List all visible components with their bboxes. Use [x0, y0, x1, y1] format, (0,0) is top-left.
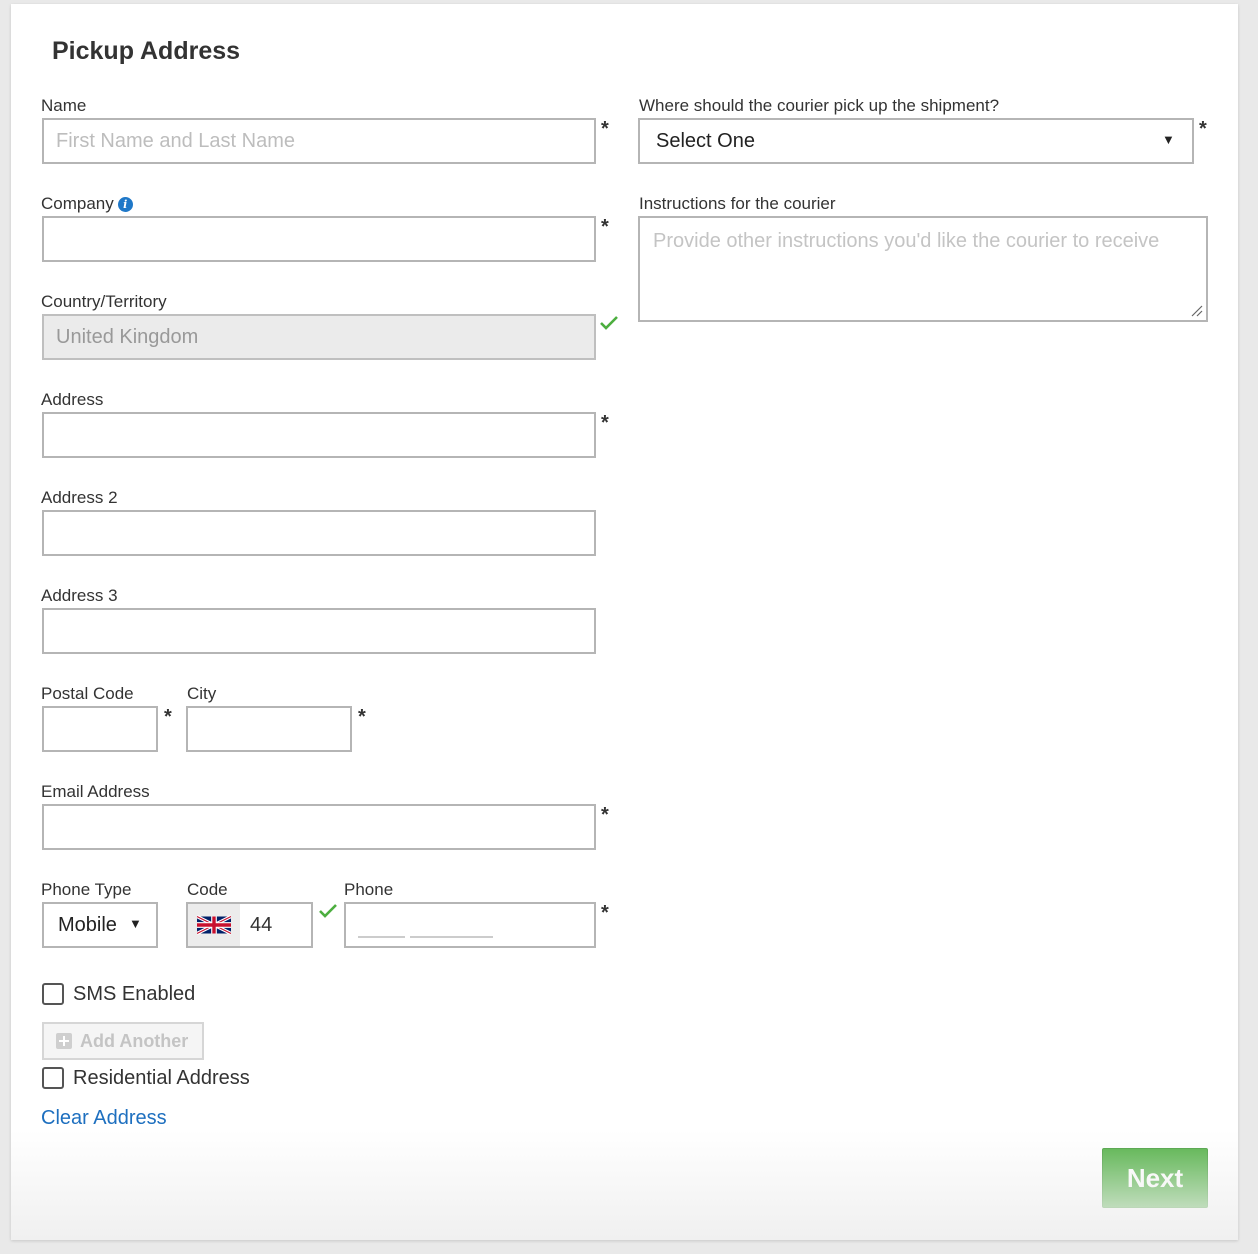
address-label: Address [41, 390, 104, 409]
pickup-location-select[interactable]: Select One [638, 118, 1194, 164]
phone-input[interactable] [344, 902, 596, 948]
address2-input[interactable] [42, 510, 596, 556]
uk-flag-icon [197, 914, 231, 936]
email-required-mark: * [601, 804, 609, 826]
flag-container [188, 904, 240, 946]
name-required-mark: * [601, 118, 609, 140]
phone-mask-number [410, 936, 493, 938]
residential-address-label: Residential Address [73, 1067, 250, 1089]
country-input [42, 314, 596, 360]
residential-address-checkbox[interactable] [42, 1067, 64, 1089]
info-icon[interactable]: i [117, 197, 133, 212]
next-button[interactable]: Next [1102, 1148, 1208, 1208]
pickup-location-value: Select One [656, 129, 755, 152]
phone-label: Phone [344, 880, 394, 899]
address-required-mark: * [601, 412, 609, 434]
clear-address-link[interactable]: Clear Address [41, 1107, 167, 1130]
code-valid-check-icon [319, 904, 337, 918]
postal-code-input[interactable] [42, 706, 158, 752]
phone-mask-area [358, 936, 405, 938]
name-input[interactable] [42, 118, 596, 164]
postal-code-label: Postal Code [41, 684, 134, 703]
city-label: City [187, 684, 217, 703]
company-label: Company i [41, 194, 133, 214]
add-another-label: Add Another [80, 1030, 189, 1051]
name-label: Name [41, 96, 87, 115]
pickup-address-card: Pickup Address Name * Companyi * Country… [11, 4, 1238, 1240]
address3-input[interactable] [42, 608, 596, 654]
pickup-location-label: Where should the courier pick up the shi… [639, 96, 1000, 115]
address2-label: Address 2 [41, 488, 118, 507]
company-label-text: Company [41, 194, 114, 213]
add-another-button[interactable]: Add Another [42, 1022, 204, 1060]
email-label: Email Address [41, 782, 150, 801]
country-valid-check-icon [600, 316, 618, 330]
country-code-value: 44 [250, 913, 273, 936]
city-input[interactable] [186, 706, 352, 752]
phone-type-value: Mobile [58, 913, 117, 936]
company-input[interactable] [42, 216, 596, 262]
sms-enabled-checkbox[interactable] [42, 983, 64, 1005]
company-required-mark: * [601, 216, 609, 238]
email-input[interactable] [42, 804, 596, 850]
country-code-input[interactable]: 44 [186, 902, 313, 948]
city-required-mark: * [358, 706, 366, 728]
address-input[interactable] [42, 412, 596, 458]
postal-code-required-mark: * [164, 706, 172, 728]
pickup-location-required-mark: * [1199, 118, 1207, 140]
sms-enabled-label: SMS Enabled [73, 983, 196, 1005]
address3-label: Address 3 [41, 586, 118, 605]
plus-icon [56, 1033, 72, 1049]
instructions-label: Instructions for the courier [639, 194, 836, 213]
phone-required-mark: * [601, 902, 609, 924]
resize-handle-icon[interactable] [1189, 303, 1203, 317]
phone-type-chevron-down-icon: ▼ [127, 916, 142, 931]
pickup-location-chevron-down-icon: ▼ [1162, 132, 1175, 147]
instructions-textarea[interactable] [638, 216, 1208, 322]
country-label: Country/Territory [41, 292, 167, 311]
phone-type-label: Phone Type [41, 880, 132, 899]
page-title: Pickup Address [52, 37, 241, 65]
code-label: Code [187, 880, 228, 899]
